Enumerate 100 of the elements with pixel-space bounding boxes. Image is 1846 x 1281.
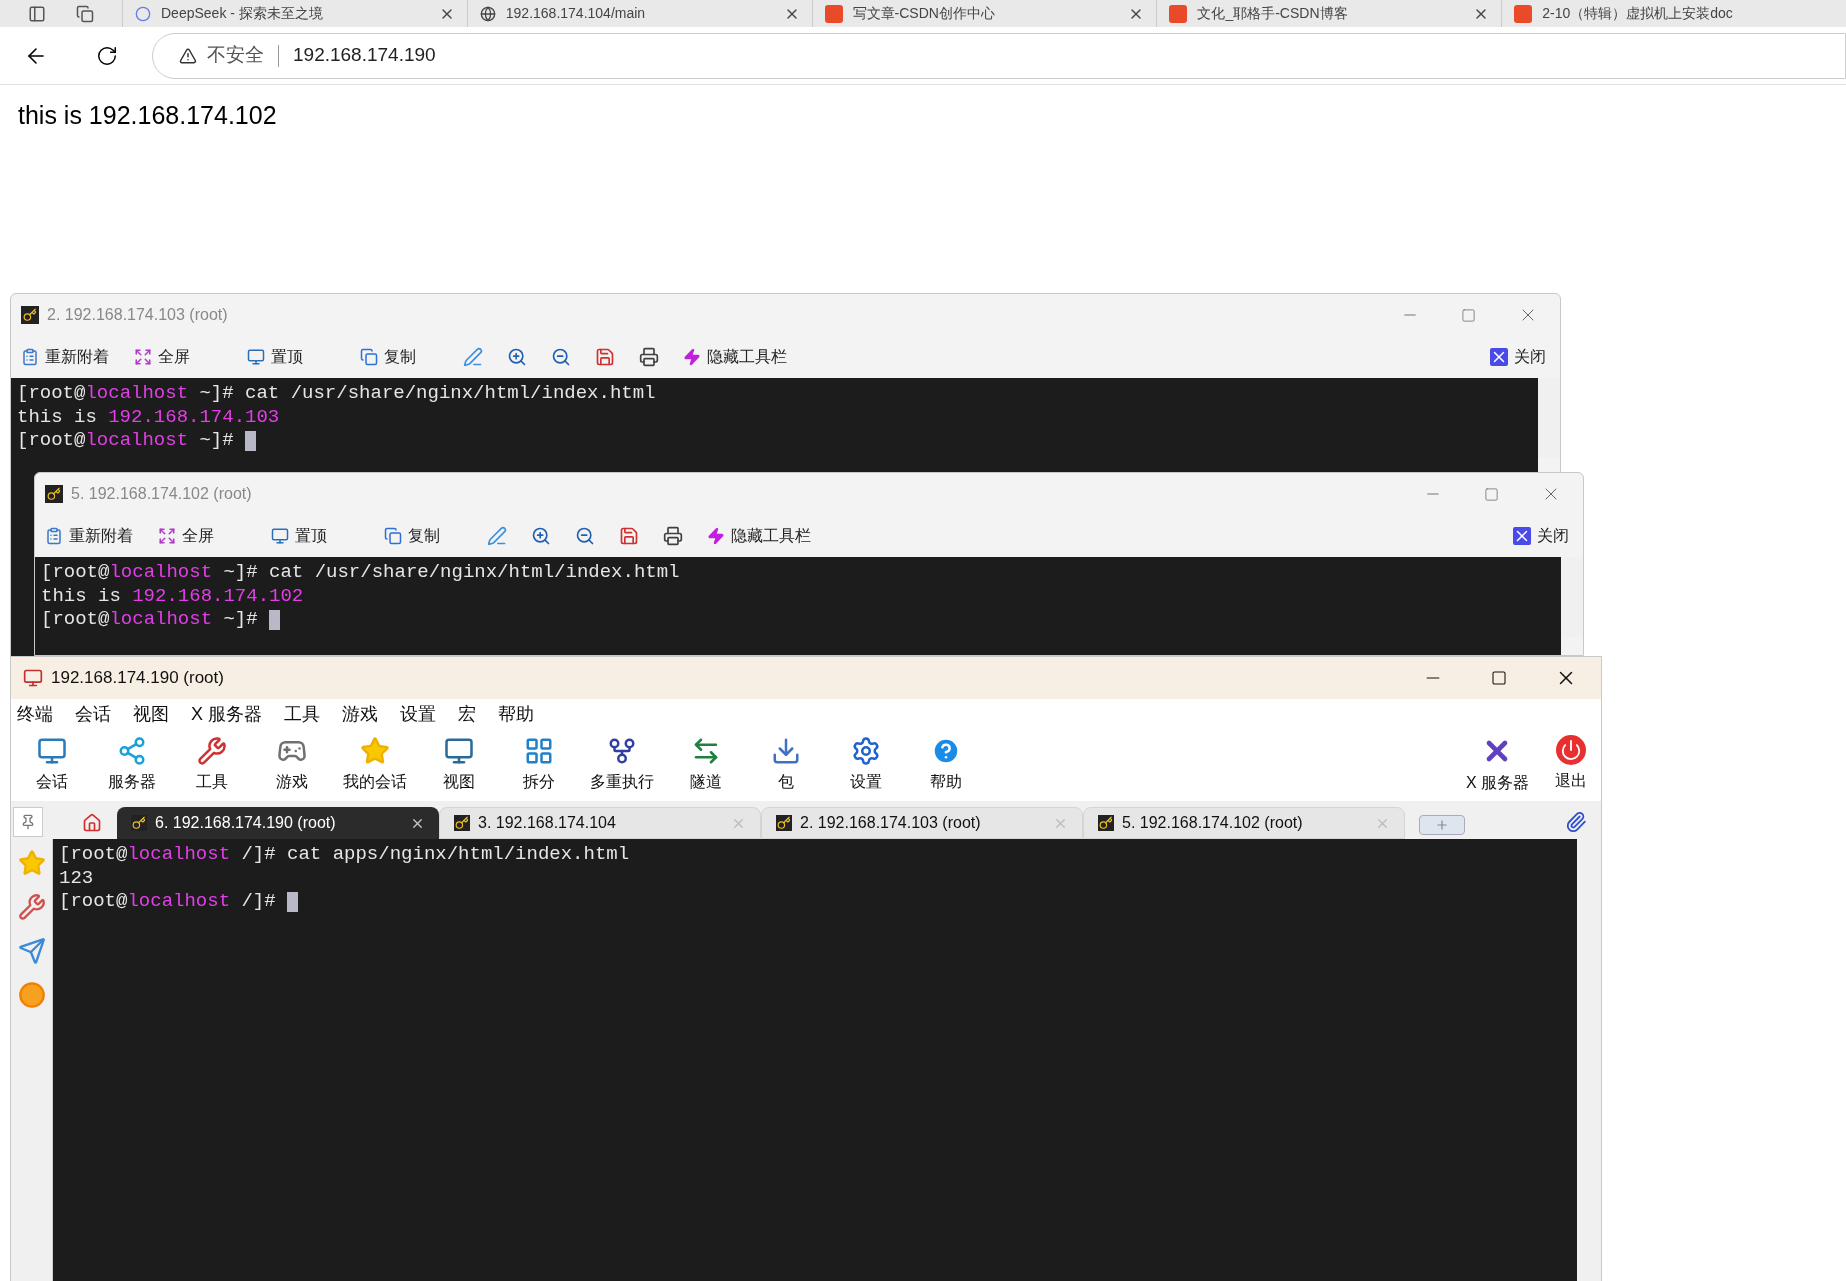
paperclip-icon[interactable] — [1565, 811, 1587, 833]
monitor-icon — [443, 736, 474, 766]
site-icon — [135, 5, 151, 22]
terminal-text: this is — [17, 405, 98, 429]
browser-tab[interactable]: DeepSeek - 探索未至之境 — [122, 0, 467, 27]
menu-item[interactable]: 游戏 — [342, 700, 378, 728]
window-title: 192.168.174.190 (root) — [51, 667, 224, 690]
pencil-icon[interactable] — [463, 347, 483, 367]
close-button[interactable]: 关闭 — [1490, 345, 1546, 369]
terminal-highlight-text: localhost — [127, 843, 231, 867]
toolbar-button[interactable]: 隧道 — [677, 736, 734, 794]
toolbar-button[interactable]: 全屏 — [134, 345, 247, 369]
expand-icon — [158, 527, 176, 545]
page-text: this is 192.168.174.102 — [18, 100, 278, 131]
toolbar-button[interactable]: 会话 — [23, 736, 80, 794]
browser-tab[interactable]: 192.168.174.104/main — [466, 0, 812, 27]
copy-icon — [360, 348, 378, 366]
terminal-area[interactable]: [root@localhost ~]# cat /usr/share/nginx/html/index.html this is 192.168.174.102 [root@localhost ~]# — [35, 557, 1561, 655]
site-icon — [1514, 4, 1533, 23]
site-icon — [824, 4, 843, 23]
pin-icon[interactable] — [20, 814, 36, 830]
key-icon — [776, 815, 792, 831]
terminal-text: [root@ — [17, 382, 86, 406]
menu-item[interactable]: 设置 — [400, 700, 436, 728]
toolbar-button[interactable]: X 服务器 — [1465, 735, 1529, 795]
terminal-text: [root@ — [41, 561, 110, 585]
security-label: 不安全 — [207, 43, 264, 68]
terminal-highlight-text: localhost — [85, 429, 189, 453]
browser-tab[interactable]: 写文章-CSDN创作中心 — [811, 0, 1157, 27]
terminal-text: ~]# — [198, 429, 235, 453]
toolbar-button[interactable]: 我的会话 — [343, 736, 407, 794]
panel-icon[interactable] — [28, 4, 46, 23]
tabs-icon[interactable] — [76, 4, 94, 23]
terminal-area[interactable]: [root@localhost /]# cat apps/nginx/html/index.html 123 [root@localhost /]# — [53, 839, 1577, 1281]
session-tab[interactable]: 5. 192.168.174.102 (root) — [1083, 807, 1405, 839]
key-icon — [45, 485, 63, 503]
terminal-text: [root@ — [59, 890, 128, 914]
session-tab[interactable]: 3. 192.168.174.104 — [439, 807, 761, 839]
lightning-icon — [683, 348, 701, 366]
printer-icon[interactable] — [639, 347, 659, 367]
toolbar-button[interactable]: 退出 — [1555, 735, 1587, 795]
terminal-text: [root@ — [59, 843, 128, 867]
zoom-in-icon[interactable] — [507, 347, 527, 367]
reload-icon[interactable] — [96, 44, 118, 67]
toolbar-button[interactable]: 帮助 — [917, 736, 974, 794]
session-tab[interactable]: 2. 192.168.174.103 (root) — [761, 807, 1083, 839]
toolbar-button[interactable]: 置顶 — [247, 345, 360, 369]
scrollbar[interactable] — [1577, 839, 1601, 1281]
window-title: 2. 192.168.174.103 (root) — [47, 305, 228, 325]
star-icon[interactable] — [17, 849, 46, 877]
close-icon — [1490, 348, 1508, 366]
toolbar-button[interactable]: 视图 — [430, 736, 487, 794]
wrench-icon[interactable] — [17, 893, 46, 921]
toolbar-button[interactable]: 拆分 — [510, 736, 567, 794]
browser-tab[interactable]: 文化_耶格手-CSDN博客 — [1156, 0, 1502, 27]
toolbar-button[interactable]: 重新附着 — [45, 524, 158, 548]
zoom-out-icon[interactable] — [551, 347, 571, 367]
hide-toolbar-button[interactable]: 隐藏工具栏 — [683, 345, 787, 369]
toolbar-button[interactable]: 游戏 — [263, 736, 320, 794]
toolbar-button[interactable]: 服务器 — [103, 736, 160, 794]
toolbar-button[interactable]: 工具 — [183, 736, 240, 794]
menu-item[interactable]: 宏 — [458, 700, 476, 728]
terminal-text: 123 — [59, 866, 94, 890]
browser-tab[interactable]: 2-10（特辑）虚拟机上安装doc — [1501, 0, 1846, 27]
toolbar-button[interactable]: 包 — [757, 736, 814, 794]
close-button[interactable]: 关闭 — [1513, 524, 1569, 548]
save-icon[interactable] — [619, 526, 639, 546]
menu-item[interactable]: 帮助 — [498, 700, 534, 728]
menu-item[interactable]: 会话 — [75, 700, 111, 728]
expand-icon — [134, 348, 152, 366]
toolbar-button[interactable]: 多重执行 — [590, 736, 654, 794]
terminal-text: ~]# — [222, 608, 259, 632]
terminal-text: ~]# cat /usr/share/nginx/html/index.html — [222, 561, 680, 585]
site-icon — [1169, 4, 1188, 23]
zoom-out-icon[interactable] — [575, 526, 595, 546]
home-icon — [82, 813, 102, 833]
send-icon[interactable] — [17, 937, 46, 965]
toolbar-button[interactable]: 复制 — [384, 524, 497, 548]
terminal-highlight-text: localhost — [109, 608, 213, 632]
menu-item[interactable]: 终端 — [17, 700, 53, 728]
hide-toolbar-button[interactable]: 隐藏工具栏 — [707, 524, 811, 548]
menu-item[interactable]: 视图 — [133, 700, 169, 728]
zoom-in-icon[interactable] — [531, 526, 551, 546]
menu-item[interactable]: 工具 — [284, 700, 320, 728]
toolbar-button[interactable]: 全屏 — [158, 524, 271, 548]
toolbar-button[interactable]: 重新附着 — [21, 345, 134, 369]
toolbar-button[interactable]: 置顶 — [271, 524, 384, 548]
save-icon[interactable] — [595, 347, 615, 367]
printer-icon[interactable] — [663, 526, 683, 546]
key-icon — [131, 815, 147, 831]
session-tab[interactable]: 6. 192.168.174.190 (root) — [117, 807, 439, 839]
maximize-icon[interactable] — [1491, 670, 1507, 686]
terminal-text: this is — [41, 584, 122, 608]
toolbar-button[interactable]: 复制 — [360, 345, 473, 369]
pencil-icon[interactable] — [487, 526, 507, 546]
menu-item[interactable]: X 服务器 — [191, 700, 262, 728]
close-icon — [1513, 527, 1531, 545]
toolbar-button[interactable]: 设置 — [837, 736, 894, 794]
clipboard-icon — [21, 348, 39, 366]
wrench-icon — [196, 736, 227, 766]
